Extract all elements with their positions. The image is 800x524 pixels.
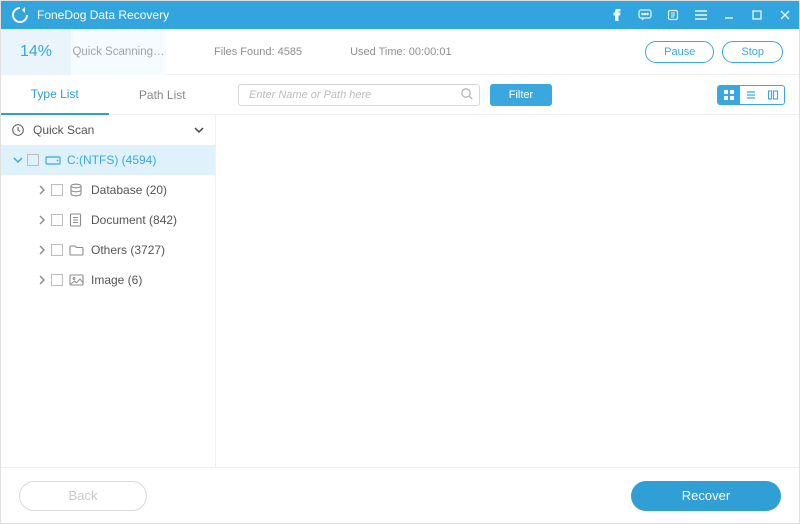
titlebar: FoneDog Data Recovery bbox=[1, 1, 799, 29]
facebook-icon[interactable] bbox=[603, 1, 631, 29]
tab-path-list[interactable]: Path List bbox=[109, 75, 217, 115]
scan-percent: 14% bbox=[1, 29, 71, 75]
checkbox[interactable] bbox=[51, 214, 63, 226]
tree-label: C:(NTFS) (4594) bbox=[67, 153, 156, 167]
chevron-right-icon[interactable] bbox=[35, 245, 49, 255]
folder-icon bbox=[69, 244, 85, 256]
tree-document[interactable]: Document (842) bbox=[1, 205, 215, 235]
checkbox[interactable] bbox=[51, 184, 63, 196]
close-icon[interactable] bbox=[771, 1, 799, 29]
clock-icon bbox=[11, 123, 27, 137]
pause-button[interactable]: Pause bbox=[645, 41, 714, 63]
search-icon[interactable] bbox=[460, 87, 474, 101]
view-grid-icon[interactable] bbox=[718, 86, 740, 104]
scan-mode-label: Quick Scanning… bbox=[71, 29, 166, 75]
maximize-icon[interactable] bbox=[743, 1, 771, 29]
chevron-down-icon[interactable] bbox=[11, 155, 25, 165]
tree-label: Database (20) bbox=[91, 183, 167, 197]
search-input[interactable] bbox=[238, 84, 480, 106]
tree-others[interactable]: Others (3727) bbox=[1, 235, 215, 265]
register-icon[interactable] bbox=[659, 1, 687, 29]
document-icon bbox=[69, 213, 85, 227]
tab-type-list[interactable]: Type List bbox=[1, 75, 109, 115]
sidebar-tabs: Type List Path List bbox=[1, 75, 216, 115]
tree-label: Image (6) bbox=[91, 273, 142, 287]
chevron-down-icon[interactable] bbox=[193, 124, 205, 136]
chevron-right-icon[interactable] bbox=[35, 275, 49, 285]
checkbox[interactable] bbox=[51, 274, 63, 286]
minimize-icon[interactable] bbox=[715, 1, 743, 29]
image-icon bbox=[69, 274, 85, 286]
app-window: FoneDog Data Recovery 14% Quick Scanning… bbox=[0, 0, 800, 524]
back-button[interactable]: Back bbox=[19, 481, 147, 511]
tree-label: Others (3727) bbox=[91, 243, 165, 257]
footer: Back Recover bbox=[1, 467, 799, 523]
status-bar: 14% Quick Scanning… Files Found: 4585 Us… bbox=[1, 29, 799, 75]
files-found-label: Files Found: 4585 bbox=[214, 46, 302, 58]
main-body: Quick Scan C:(NTFS) (4594) Database (20) bbox=[1, 115, 799, 467]
tree-quick-scan[interactable]: Quick Scan bbox=[1, 115, 215, 145]
tree-database[interactable]: Database (20) bbox=[1, 175, 215, 205]
tree-image[interactable]: Image (6) bbox=[1, 265, 215, 295]
recover-button[interactable]: Recover bbox=[631, 481, 781, 511]
filter-button[interactable]: Filter bbox=[490, 84, 552, 106]
chevron-right-icon[interactable] bbox=[35, 215, 49, 225]
menu-icon[interactable] bbox=[687, 1, 715, 29]
chevron-right-icon[interactable] bbox=[35, 185, 49, 195]
tree-label: Quick Scan bbox=[33, 123, 94, 137]
toolbar: Type List Path List Filter bbox=[1, 75, 799, 115]
feedback-icon[interactable] bbox=[631, 1, 659, 29]
sidebar-tree: Quick Scan C:(NTFS) (4594) Database (20) bbox=[1, 115, 216, 467]
tree-drive[interactable]: C:(NTFS) (4594) bbox=[1, 145, 215, 175]
view-mode-toggle bbox=[717, 85, 785, 105]
view-list-icon[interactable] bbox=[740, 86, 762, 104]
app-logo-icon bbox=[11, 6, 29, 24]
database-icon bbox=[69, 183, 85, 197]
used-time-label: Used Time: 00:00:01 bbox=[350, 46, 452, 58]
checkbox[interactable] bbox=[51, 244, 63, 256]
checkbox[interactable] bbox=[27, 154, 39, 166]
view-detail-icon[interactable] bbox=[762, 86, 784, 104]
content-area bbox=[216, 115, 799, 467]
tree-label: Document (842) bbox=[91, 213, 177, 227]
stop-button[interactable]: Stop bbox=[722, 41, 783, 63]
app-title: FoneDog Data Recovery bbox=[37, 8, 169, 22]
drive-icon bbox=[45, 154, 61, 166]
